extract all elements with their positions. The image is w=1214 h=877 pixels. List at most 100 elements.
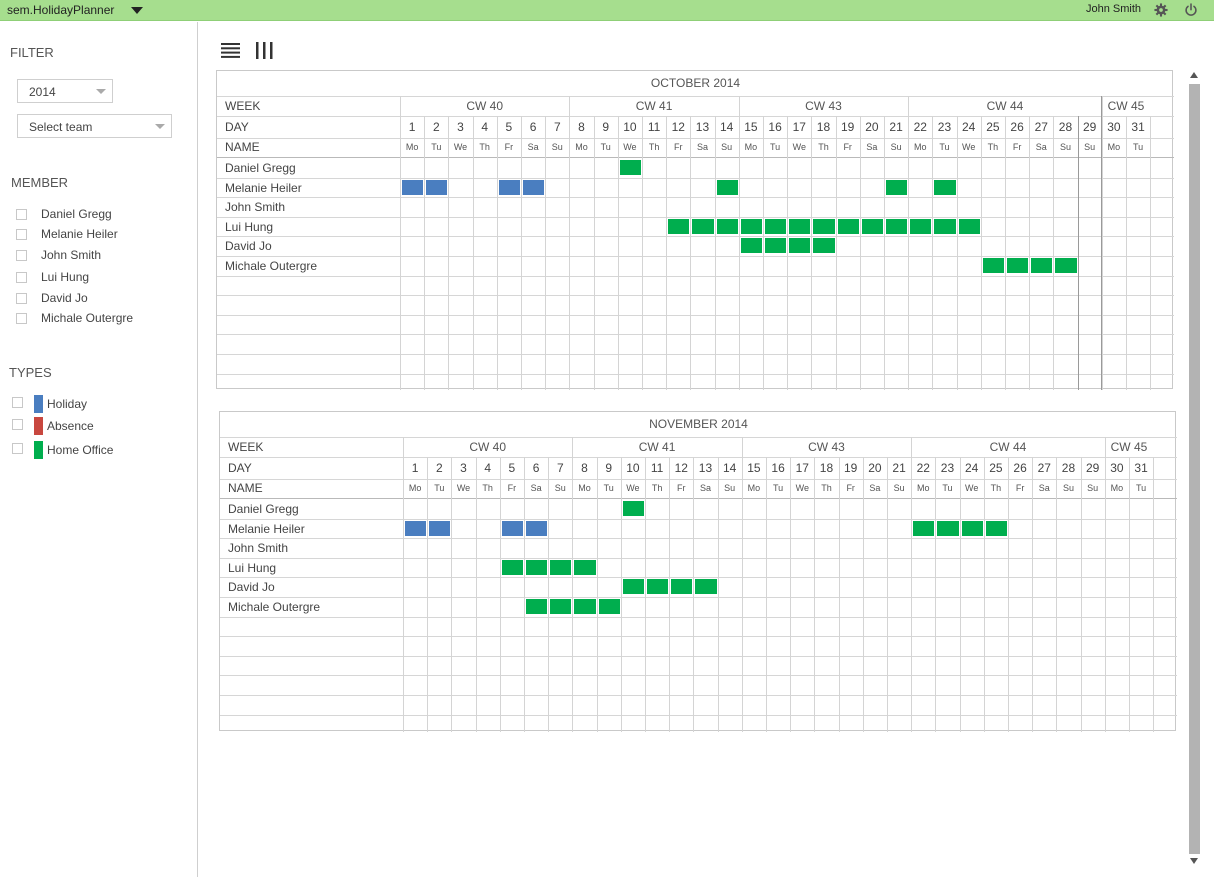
day-number[interactable]: 23 bbox=[932, 120, 956, 134]
day-number[interactable]: 20 bbox=[863, 461, 887, 475]
type-checkbox[interactable] bbox=[12, 419, 23, 430]
day-number[interactable]: 11 bbox=[642, 120, 666, 134]
day-number[interactable]: 17 bbox=[790, 461, 814, 475]
day-number[interactable]: 3 bbox=[448, 120, 472, 134]
day-number[interactable]: 24 bbox=[957, 120, 981, 134]
home-office-entry[interactable] bbox=[619, 160, 641, 175]
member-checkbox[interactable] bbox=[16, 313, 27, 324]
holiday-entry[interactable] bbox=[426, 179, 448, 195]
year-select[interactable]: 2014 bbox=[17, 79, 113, 103]
home-office-entry[interactable] bbox=[692, 218, 714, 234]
day-number[interactable]: 16 bbox=[766, 461, 790, 475]
home-office-entry[interactable] bbox=[574, 599, 596, 614]
day-number[interactable]: 5 bbox=[500, 461, 524, 475]
day-number[interactable]: 6 bbox=[524, 461, 548, 475]
member-checkbox[interactable] bbox=[16, 229, 27, 240]
day-number[interactable]: 21 bbox=[884, 120, 908, 134]
day-number[interactable]: 25 bbox=[981, 120, 1005, 134]
type-checkbox[interactable] bbox=[12, 397, 23, 408]
day-number[interactable]: 28 bbox=[1056, 461, 1080, 475]
home-office-entry[interactable] bbox=[789, 238, 811, 254]
home-office-entry[interactable] bbox=[937, 520, 959, 536]
holiday-entry[interactable] bbox=[429, 520, 451, 536]
day-number[interactable]: 12 bbox=[669, 461, 693, 475]
day-number[interactable]: 23 bbox=[935, 461, 959, 475]
home-office-entry[interactable] bbox=[913, 520, 935, 536]
day-number[interactable]: 13 bbox=[690, 120, 714, 134]
day-number[interactable]: 11 bbox=[645, 461, 669, 475]
holiday-entry[interactable] bbox=[405, 520, 427, 536]
home-office-entry[interactable] bbox=[813, 218, 835, 234]
home-office-entry[interactable] bbox=[598, 599, 620, 614]
holiday-entry[interactable] bbox=[498, 179, 520, 195]
day-number[interactable]: 29 bbox=[1081, 461, 1105, 475]
day-number[interactable]: 5 bbox=[497, 120, 521, 134]
home-office-entry[interactable] bbox=[985, 520, 1007, 536]
home-office-entry[interactable] bbox=[526, 599, 548, 614]
day-number[interactable]: 22 bbox=[908, 120, 932, 134]
day-number[interactable]: 27 bbox=[1032, 461, 1056, 475]
day-number[interactable]: 28 bbox=[1053, 120, 1077, 134]
home-office-entry[interactable] bbox=[982, 258, 1004, 273]
day-number[interactable]: 22 bbox=[911, 461, 935, 475]
day-number[interactable]: 10 bbox=[621, 461, 645, 475]
home-office-entry[interactable] bbox=[550, 599, 572, 614]
day-number[interactable]: 19 bbox=[839, 461, 863, 475]
day-number[interactable]: 30 bbox=[1102, 120, 1126, 134]
home-office-entry[interactable] bbox=[861, 218, 883, 234]
day-number[interactable]: 13 bbox=[693, 461, 717, 475]
home-office-entry[interactable] bbox=[886, 218, 908, 234]
day-number[interactable]: 6 bbox=[521, 120, 545, 134]
day-number[interactable]: 21 bbox=[887, 461, 911, 475]
day-number[interactable]: 24 bbox=[960, 461, 984, 475]
home-office-entry[interactable] bbox=[740, 218, 762, 234]
day-number[interactable]: 4 bbox=[473, 120, 497, 134]
home-office-entry[interactable] bbox=[740, 238, 762, 254]
day-number[interactable]: 1 bbox=[400, 120, 424, 134]
day-number[interactable]: 26 bbox=[1005, 120, 1029, 134]
day-number[interactable]: 15 bbox=[742, 461, 766, 475]
home-office-entry[interactable] bbox=[671, 579, 693, 595]
type-checkbox[interactable] bbox=[12, 443, 23, 454]
home-office-entry[interactable] bbox=[526, 559, 548, 575]
home-office-entry[interactable] bbox=[695, 579, 717, 595]
day-number[interactable]: 10 bbox=[618, 120, 642, 134]
member-checkbox[interactable] bbox=[16, 250, 27, 261]
app-menu-chevron-down-icon[interactable] bbox=[131, 7, 143, 14]
home-office-entry[interactable] bbox=[716, 179, 738, 195]
day-number[interactable]: 31 bbox=[1129, 461, 1153, 475]
home-office-entry[interactable] bbox=[622, 579, 644, 595]
day-number[interactable]: 18 bbox=[811, 120, 835, 134]
holiday-entry[interactable] bbox=[523, 179, 545, 195]
day-number[interactable]: 31 bbox=[1126, 120, 1150, 134]
scroll-down-arrow-icon[interactable] bbox=[1190, 858, 1198, 864]
home-office-entry[interactable] bbox=[934, 218, 956, 234]
day-number[interactable]: 29 bbox=[1078, 120, 1102, 134]
day-number[interactable]: 30 bbox=[1105, 461, 1129, 475]
scroll-up-arrow-icon[interactable] bbox=[1190, 72, 1198, 78]
home-office-entry[interactable] bbox=[765, 238, 787, 254]
day-number[interactable]: 9 bbox=[597, 461, 621, 475]
day-number[interactable]: 18 bbox=[814, 461, 838, 475]
home-office-entry[interactable] bbox=[961, 520, 983, 536]
home-office-entry[interactable] bbox=[813, 238, 835, 254]
home-office-entry[interactable] bbox=[574, 559, 596, 575]
day-number[interactable]: 14 bbox=[718, 461, 742, 475]
column-view-icon[interactable] bbox=[256, 42, 273, 59]
home-office-entry[interactable] bbox=[910, 218, 932, 234]
day-number[interactable]: 2 bbox=[424, 120, 448, 134]
day-number[interactable]: 19 bbox=[836, 120, 860, 134]
home-office-entry[interactable] bbox=[765, 218, 787, 234]
member-checkbox[interactable] bbox=[16, 272, 27, 283]
gear-icon[interactable] bbox=[1154, 3, 1168, 17]
day-number[interactable]: 26 bbox=[1008, 461, 1032, 475]
team-select[interactable]: Select team bbox=[17, 114, 172, 138]
home-office-entry[interactable] bbox=[668, 218, 690, 234]
day-number[interactable]: 25 bbox=[984, 461, 1008, 475]
day-number[interactable]: 12 bbox=[666, 120, 690, 134]
home-office-entry[interactable] bbox=[647, 579, 669, 595]
day-number[interactable]: 17 bbox=[787, 120, 811, 134]
day-number[interactable]: 15 bbox=[739, 120, 763, 134]
holiday-entry[interactable] bbox=[402, 179, 424, 195]
day-number[interactable]: 1 bbox=[403, 461, 427, 475]
